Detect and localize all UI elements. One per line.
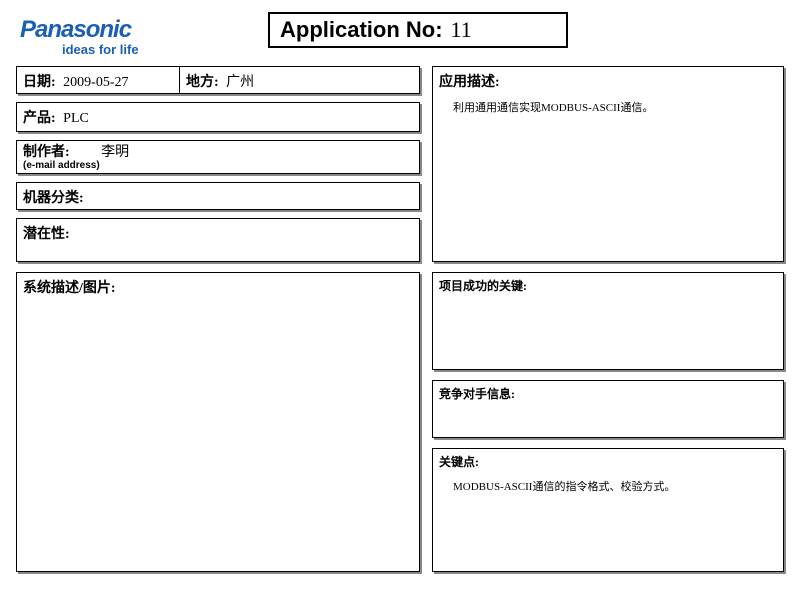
logo-text: Panasonic <box>20 16 139 44</box>
competitor-info-label: 竞争对手信息: <box>439 385 777 402</box>
author-box: 制作者: 李明 (e-mail address) <box>16 140 420 174</box>
system-description-label: 系统描述/图片: <box>23 277 413 297</box>
author-value: 李明 <box>101 145 129 160</box>
author-label: 制作者: <box>23 145 70 160</box>
competitor-info-box: 竞争对手信息: <box>432 380 784 438</box>
keypoint-box: 关键点: MODBUS-ASCII通信的指令格式、校验方式。 <box>432 448 784 572</box>
date-value: 2009-05-27 <box>63 75 128 90</box>
machine-category-label: 机器分类: <box>23 191 84 206</box>
product-label: 产品: <box>23 111 56 126</box>
logo-tagline: ideas for life <box>62 42 139 57</box>
system-description-box: 系统描述/图片: <box>16 272 420 572</box>
application-description-box: 应用描述: 利用通用通信实现MODBUS-ASCII通信。 <box>432 66 784 262</box>
application-number-value: 11 <box>451 17 472 43</box>
application-number-label: Application No: <box>280 17 443 43</box>
place-value: 广州 <box>226 75 254 90</box>
brand-logo: Panasonic ideas for life <box>20 16 139 57</box>
keypoint-label: 关键点: <box>439 453 777 470</box>
project-success-box: 项目成功的关键: <box>432 272 784 370</box>
product-box: 产品: PLC <box>16 102 420 132</box>
project-success-label: 项目成功的关键: <box>439 277 777 294</box>
product-value: PLC <box>63 111 89 126</box>
application-description-label: 应用描述: <box>439 71 777 91</box>
application-description-body: 利用通用通信实现MODBUS-ASCII通信。 <box>439 91 777 115</box>
potential-label: 潜在性: <box>23 227 70 242</box>
date-label: 日期: <box>23 75 56 90</box>
application-number-box: Application No: 11 <box>268 12 568 48</box>
keypoint-body: MODBUS-ASCII通信的指令格式、校验方式。 <box>439 470 777 494</box>
machine-category-box: 机器分类: <box>16 182 420 210</box>
place-label: 地方: <box>186 75 219 90</box>
potential-box: 潜在性: <box>16 218 420 262</box>
author-email-label: (e-mail address) <box>23 160 413 171</box>
date-place-box: 日期: 2009-05-27 地方: 广州 <box>16 66 420 94</box>
